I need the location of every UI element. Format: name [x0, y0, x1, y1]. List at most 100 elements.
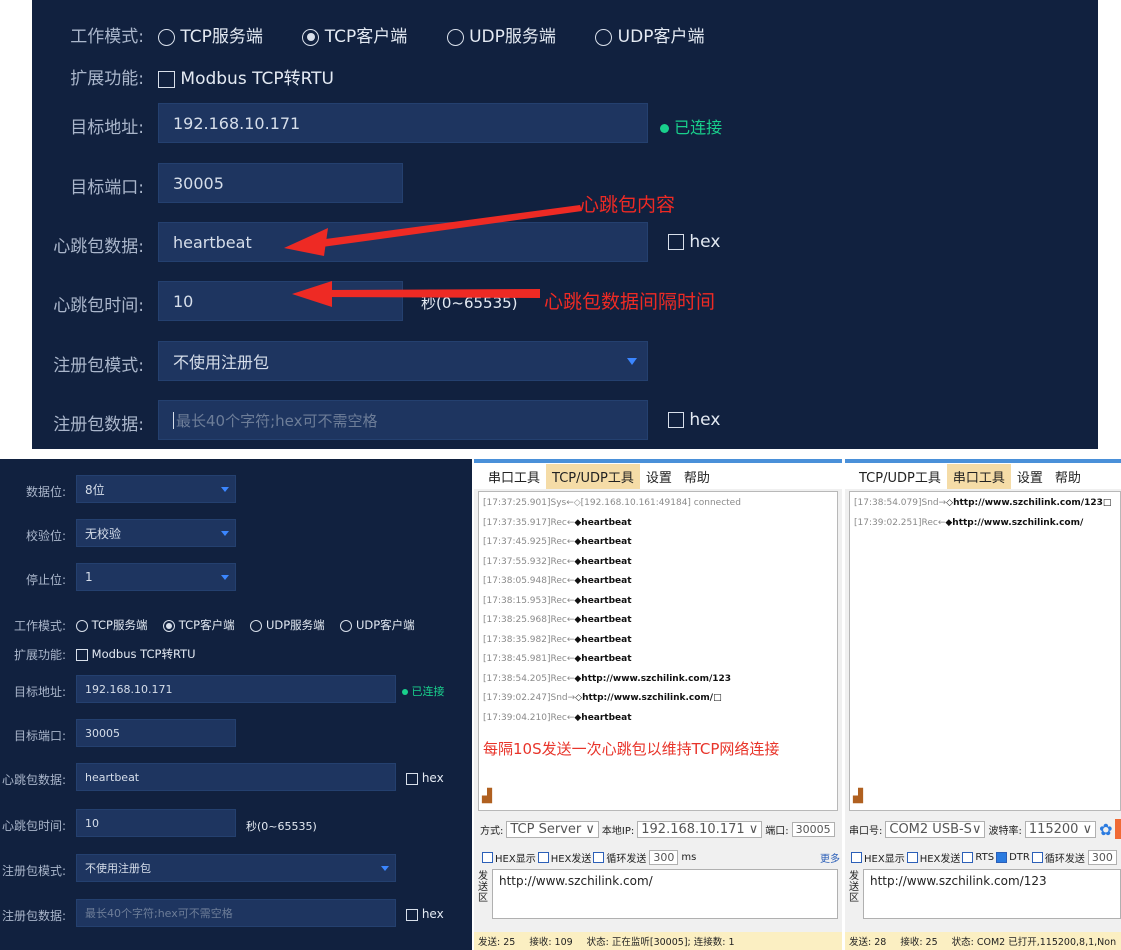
baud-select[interactable]: 115200 ∨ [1024, 820, 1097, 838]
log-lines: [17:38:54.079]Snd→◇http://www.szchilink.… [854, 494, 1116, 533]
rts-checkbox[interactable] [962, 851, 974, 863]
log-time: [17:38:25.968]Rec← [483, 615, 575, 625]
loop-send-label: 循环发送 [606, 853, 647, 865]
menu-serial-tool[interactable]: 串口工具 [482, 464, 546, 489]
log-data: ◆heartbeat [574, 634, 632, 645]
connection-status: 已连接 [402, 683, 445, 699]
loop-interval-input[interactable]: 300 [649, 849, 679, 865]
local-ip-select[interactable]: 192.168.10.171 ∨ [637, 820, 763, 838]
log-data: ◆heartbeat [574, 654, 632, 664]
status-sent: 发送: 28 [849, 937, 887, 948]
clear-brush-icon[interactable]: ▟ [853, 789, 863, 804]
clear-brush-icon[interactable]: ▟ [482, 789, 492, 804]
stop-bits-select[interactable]: 1 [76, 563, 236, 591]
hex-display-label: HEX显示 [495, 853, 536, 865]
reg-mode-select[interactable]: 不使用注册包 [76, 854, 396, 882]
arrow-to-heartbeat-time [322, 289, 540, 298]
port-label: 端口: [765, 825, 789, 837]
receive-log[interactable]: [17:38:54.079]Snd→◇http://www.szchilink.… [849, 491, 1121, 811]
radio-udp-client[interactable]: UDP客户端 [340, 618, 415, 632]
data-bits-label: 数据位: [25, 485, 66, 499]
log-line: [17:38:15.953]Rec←◆heartbeat [483, 592, 833, 612]
log-time: [17:39:02.247]Snd→ [483, 693, 576, 703]
serial-tool-window: TCP/UDP工具 串口工具 设置 帮助 [17:38:54.079]Snd→◇… [845, 459, 1121, 950]
hex-send-label: HEX发送 [919, 853, 961, 865]
radio-udp-server[interactable]: UDP服务端 [250, 618, 325, 632]
hex-send-checkbox[interactable] [906, 851, 918, 863]
hex-send-checkbox[interactable] [537, 851, 549, 863]
send-options-row: HEX显示 HEX发送 循环发送 300 ms 更多 [474, 847, 842, 867]
annotation-heartbeat-keepalive: 每隔10S发送一次心跳包以维持TCP网络连接 [483, 740, 780, 758]
menu-help[interactable]: 帮助 [1049, 464, 1087, 489]
log-data: ◇http://www.szchilink.com/□ [575, 693, 722, 703]
menu-bar: TCP/UDP工具 串口工具 设置 帮助 [845, 463, 1121, 489]
radio-tcp-client[interactable]: TCP客户端 [163, 618, 235, 632]
send-textarea[interactable]: http://www.szchilink.com/123 [863, 869, 1121, 919]
menu-tcp-udp-tool[interactable]: TCP/UDP工具 [853, 464, 947, 489]
menu-tcp-udp-tool[interactable]: TCP/UDP工具 [546, 463, 640, 489]
com-port-select[interactable]: COM2 USB-S∨ [885, 820, 986, 838]
target-port-input[interactable]: 30005 [76, 719, 236, 747]
heartbeat-data-input[interactable]: heartbeat [76, 763, 396, 791]
log-line: [17:37:55.932]Rec←◆heartbeat [483, 553, 833, 573]
loop-interval-input[interactable]: 300 [1087, 849, 1117, 865]
log-data: ◇http://www.szchilink.com/123□ [946, 498, 1112, 508]
log-time: [17:37:35.917]Rec← [483, 517, 575, 528]
more-link[interactable]: 更多 [820, 850, 840, 865]
serial-settings-row: 串口号: COM2 USB-S∨ 波特率: 115200 ∨ ✿ [845, 815, 1121, 843]
tcp-udp-tool-window: 串口工具 TCP/UDP工具 设置 帮助 [17:37:25.901]Sys←◇… [474, 459, 842, 950]
loop-send-checkbox[interactable] [1031, 851, 1043, 863]
status-sent: 发送: 25 [478, 937, 516, 948]
data-bits-select[interactable]: 8位 [76, 475, 236, 503]
log-data: ◆heartbeat [574, 576, 632, 586]
log-data: ◆http://www.szchilink.com/ [945, 517, 1084, 528]
menu-settings[interactable]: 设置 [640, 464, 678, 489]
baud-label: 波特率: [988, 825, 1022, 837]
menu-settings[interactable]: 设置 [1011, 464, 1049, 489]
dtr-checkbox[interactable] [996, 851, 1008, 863]
radio-icon [340, 619, 353, 632]
target-addr-input[interactable]: 192.168.10.171 [76, 675, 396, 703]
connection-settings-row: 方式: TCP Server ∨ 本地IP: 192.168.10.171 ∨ … [474, 815, 842, 843]
hex-display-checkbox[interactable] [482, 851, 493, 863]
checkbox-icon [76, 648, 88, 661]
log-data: ◆heartbeat [574, 712, 632, 723]
port-label: 串口号: [849, 825, 883, 837]
heartbeat-hex-checkbox[interactable]: hex [406, 771, 444, 785]
reg-data-input[interactable]: 最长40个字符;hex可不需空格 [76, 899, 396, 927]
hex-display-label: HEX显示 [864, 853, 905, 865]
log-time: [17:38:54.205]Rec← [483, 673, 575, 684]
gear-icon[interactable]: ✿ [1099, 820, 1112, 839]
log-line: [17:37:35.917]Rec←◆heartbeat [483, 514, 833, 534]
modbus-checkbox[interactable]: Modbus TCP转RTU [76, 646, 196, 662]
top-config-panel: 工作模式: TCP服务端 .radio.on::after{width:8px;… [32, 0, 1098, 449]
log-time: [17:38:54.079]Snd→ [854, 498, 947, 508]
open-port-button[interactable] [1114, 819, 1121, 839]
reg-hex-checkbox[interactable]: hex [406, 907, 444, 921]
log-lines: [17:37:25.901]Sys←◇[192.168.10.161:49184… [483, 494, 833, 728]
radio-icon [76, 619, 88, 632]
heartbeat-time-unit: 秒(0~65535) [246, 820, 317, 833]
status-bar: 发送: 25 接收: 109 状态: 正在监听[30005]; 连接数: 1 [474, 932, 842, 950]
log-line: [17:38:05.948]Rec←◆heartbeat [483, 572, 833, 592]
receive-log[interactable]: [17:37:25.901]Sys←◇[192.168.10.161:49184… [478, 491, 838, 811]
hex-display-checkbox[interactable] [851, 851, 862, 863]
log-data: ◆heartbeat [574, 615, 632, 625]
menu-serial-tool[interactable]: 串口工具 [946, 463, 1011, 489]
port-input[interactable]: 30005 [791, 821, 835, 837]
dropdown-caret-icon [221, 487, 229, 492]
annotation-arrows [284, 205, 582, 307]
radio-icon [250, 619, 263, 632]
loop-send-checkbox[interactable] [593, 851, 605, 863]
radio-tcp-server[interactable]: TCP服务端 [76, 618, 147, 632]
menu-help[interactable]: 帮助 [678, 464, 716, 489]
parity-select[interactable]: 无校验 [76, 519, 236, 547]
parity-label: 校验位: [25, 529, 66, 543]
send-textarea[interactable]: http://www.szchilink.com/ [492, 869, 838, 919]
dropdown-caret-icon [221, 575, 229, 580]
mode-select[interactable]: TCP Server ∨ [506, 820, 599, 838]
log-data: ◆heartbeat [574, 517, 632, 528]
status-received: 接收: 25 [900, 937, 938, 948]
reg-data-label: 注册包数据: [1, 909, 66, 923]
heartbeat-time-input[interactable]: 10 [76, 809, 236, 837]
